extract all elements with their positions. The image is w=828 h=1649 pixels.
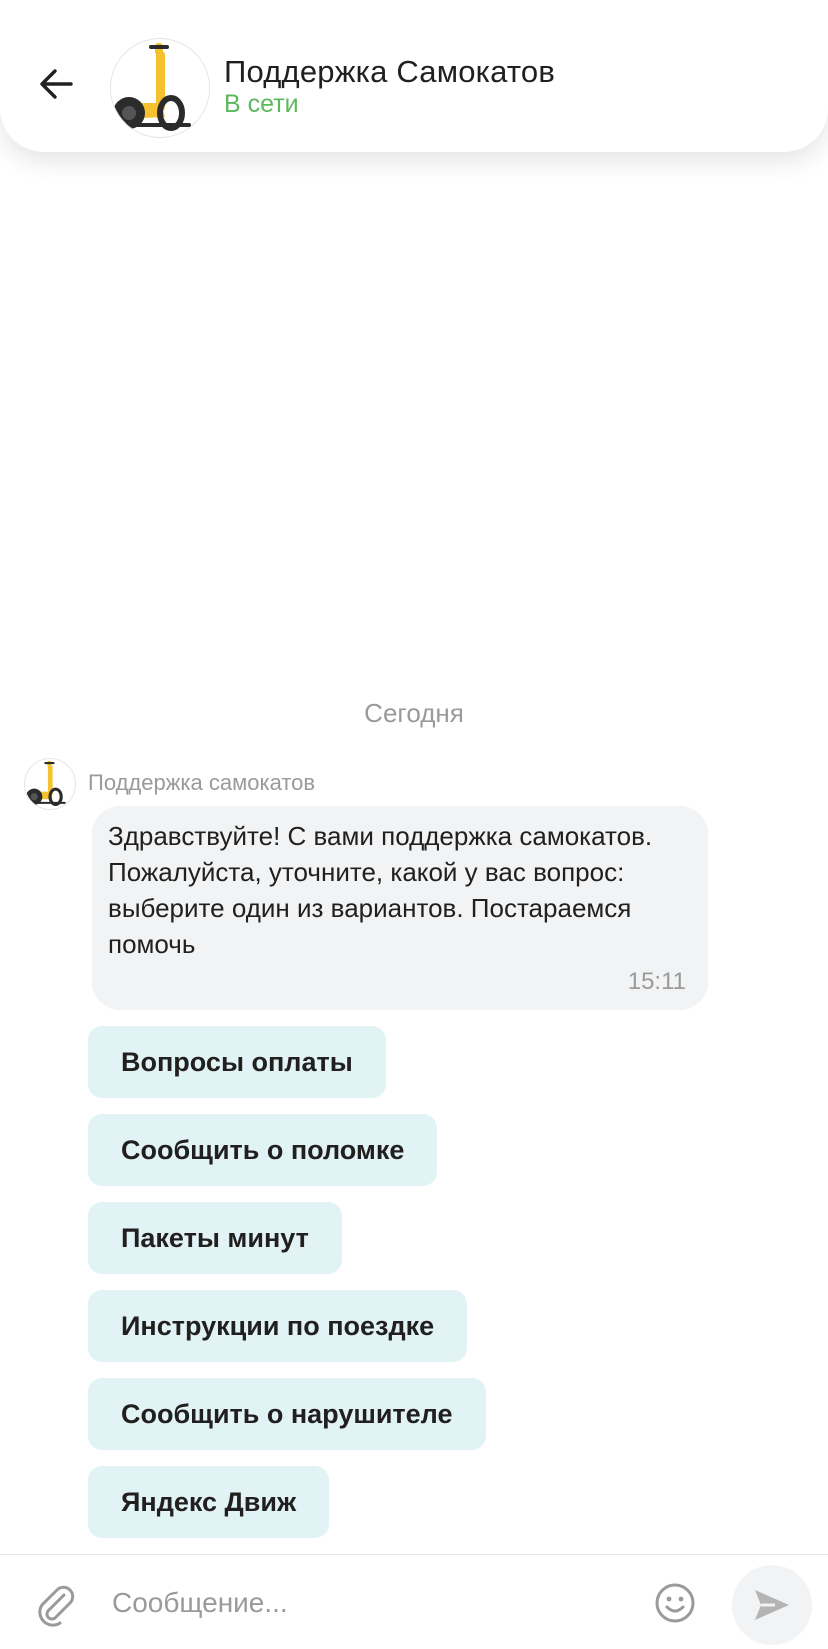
- quick-reply-minute-packs[interactable]: Пакеты минут: [88, 1202, 342, 1274]
- date-separator: Сегодня: [364, 698, 464, 728]
- smile-icon: [655, 1583, 695, 1623]
- quick-reply-report-violator[interactable]: Сообщить о нарушителе: [88, 1378, 486, 1450]
- quick-reply-breakdown[interactable]: Сообщить о поломке: [88, 1114, 438, 1186]
- chat-header: Поддержка Самокатов В сети: [0, 0, 828, 152]
- scooter-icon: [111, 43, 191, 131]
- message-composer: [0, 1554, 828, 1649]
- quick-reply-ride-instructions[interactable]: Инструкции по поездке: [88, 1290, 468, 1362]
- scooter-icon: [25, 761, 66, 806]
- sender-name: Поддержка самокатов: [88, 770, 316, 795]
- quick-reply-yandex-dvizh[interactable]: Яндекс Движ: [88, 1466, 330, 1538]
- chat-title: Поддержка Самокатов: [224, 54, 556, 89]
- back-button[interactable]: [30, 58, 82, 110]
- message-text: Здравствуйте! С вами поддержка самокатов…: [108, 821, 653, 959]
- message-time: 15:11: [627, 968, 686, 995]
- support-avatar: [110, 38, 210, 138]
- arrow-left-icon: [40, 69, 73, 99]
- sender-avatar: [24, 758, 76, 810]
- send-icon: [755, 1590, 789, 1620]
- message-input[interactable]: [112, 1575, 632, 1631]
- quick-reply-payment[interactable]: Вопросы оплаты: [88, 1026, 386, 1098]
- message-bubble: Здравствуйте! С вами поддержка самокатов…: [92, 806, 708, 1010]
- attach-button[interactable]: [34, 1583, 78, 1627]
- paperclip-icon: [38, 1585, 75, 1627]
- emoji-button[interactable]: [654, 1582, 696, 1624]
- online-status: В сети: [224, 90, 299, 118]
- send-button[interactable]: [732, 1565, 812, 1645]
